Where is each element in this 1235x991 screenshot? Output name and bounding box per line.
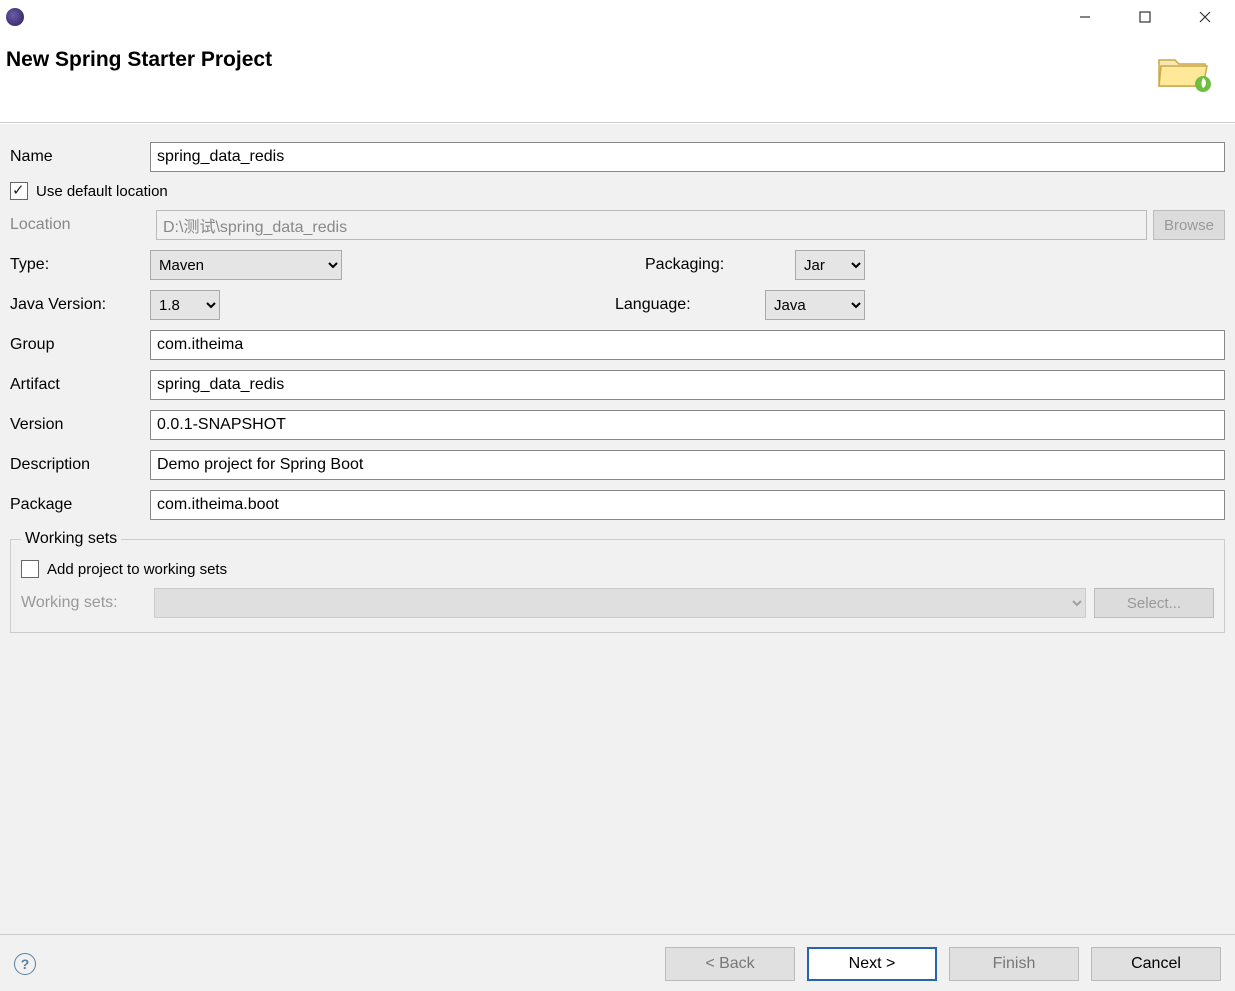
type-select[interactable]: Maven <box>150 250 342 280</box>
java-version-select[interactable]: 1.8 <box>150 290 220 320</box>
back-button: < Back <box>665 947 795 981</box>
label-name: Name <box>10 148 150 166</box>
add-to-working-sets-label: Add project to working sets <box>47 561 227 578</box>
window-titlebar <box>0 0 1235 34</box>
working-sets-select <box>154 588 1086 618</box>
spring-folder-icon <box>1155 48 1211 96</box>
use-default-location-label: Use default location <box>36 183 168 200</box>
cancel-button[interactable]: Cancel <box>1091 947 1221 981</box>
working-sets-label: Working sets: <box>21 594 146 612</box>
label-group: Group <box>10 336 150 354</box>
help-icon[interactable]: ? <box>14 953 36 975</box>
language-select[interactable]: Java <box>765 290 865 320</box>
label-location: Location <box>10 216 150 234</box>
eclipse-icon <box>6 8 24 26</box>
label-language: Language: <box>615 296 765 314</box>
working-sets-select-button: Select... <box>1094 588 1214 618</box>
minimize-button[interactable] <box>1055 0 1115 34</box>
label-version: Version <box>10 416 150 434</box>
add-to-working-sets-checkbox[interactable] <box>21 560 39 578</box>
next-button[interactable]: Next > <box>807 947 937 981</box>
use-default-location-checkbox[interactable] <box>10 182 28 200</box>
packaging-select[interactable]: Jar <box>795 250 865 280</box>
version-input[interactable] <box>150 410 1225 440</box>
maximize-button[interactable] <box>1115 0 1175 34</box>
artifact-input[interactable] <box>150 370 1225 400</box>
working-sets-legend: Working sets <box>21 530 121 548</box>
close-button[interactable] <box>1175 0 1235 34</box>
location-input <box>156 210 1147 240</box>
description-input[interactable] <box>150 450 1225 480</box>
package-input[interactable] <box>150 490 1225 520</box>
label-packaging: Packaging: <box>645 256 795 274</box>
label-description: Description <box>10 456 150 474</box>
label-type: Type: <box>10 256 150 274</box>
group-input[interactable] <box>150 330 1225 360</box>
label-java-version: Java Version: <box>10 296 150 314</box>
name-input[interactable] <box>150 142 1225 172</box>
page-title: New Spring Starter Project <box>6 48 272 72</box>
wizard-header: New Spring Starter Project <box>0 34 1235 123</box>
browse-button: Browse <box>1153 210 1225 240</box>
working-sets-fieldset: Working sets Add project to working sets… <box>10 530 1225 633</box>
form-area: Name Use default location Location Brows… <box>0 123 1235 934</box>
wizard-buttons: ? < Back Next > Finish Cancel <box>0 934 1235 991</box>
label-artifact: Artifact <box>10 376 150 394</box>
label-package: Package <box>10 496 150 514</box>
finish-button: Finish <box>949 947 1079 981</box>
